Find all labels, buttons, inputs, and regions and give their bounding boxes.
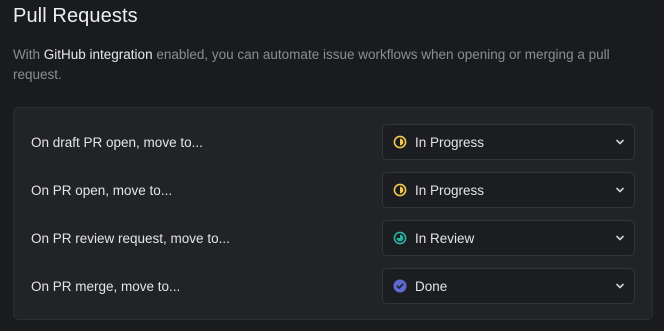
github-integration-link[interactable]: GitHub integration: [44, 47, 153, 62]
chevron-down-icon: [616, 283, 624, 289]
pull-requests-settings: Pull Requests With GitHub integration en…: [0, 0, 664, 331]
in-progress-icon: [393, 183, 407, 197]
done-icon: [393, 279, 407, 293]
status-select-pr-merge[interactable]: Done: [382, 268, 635, 304]
chevron-down-icon: [616, 235, 624, 241]
in-progress-icon: [393, 135, 407, 149]
select-value: Done: [415, 278, 448, 294]
setting-label: On PR open, move to...: [31, 182, 173, 198]
page-title: Pull Requests: [13, 5, 138, 27]
setting-label: On draft PR open, move to...: [31, 134, 203, 150]
setting-row-draft-pr-open: On draft PR open, move to... In Progress: [14, 118, 652, 166]
in-review-icon: [393, 231, 407, 245]
chevron-down-icon: [616, 187, 624, 193]
setting-label: On PR review request, move to...: [31, 230, 230, 246]
select-value: In Review: [415, 230, 475, 246]
select-value: In Progress: [415, 134, 485, 150]
setting-row-pr-review-request: On PR review request, move to... In Revi…: [14, 214, 652, 262]
page-description: With GitHub integration enabled, you can…: [13, 45, 643, 85]
status-select-pr-open[interactable]: In Progress: [382, 172, 635, 208]
workflow-settings-card: On draft PR open, move to... In Progress…: [13, 107, 653, 320]
chevron-down-icon: [616, 139, 624, 145]
select-value: In Progress: [415, 182, 485, 198]
status-select-pr-review-request[interactable]: In Review: [382, 220, 635, 256]
description-prefix: With: [13, 47, 44, 62]
setting-row-pr-open: On PR open, move to... In Progress: [14, 166, 652, 214]
setting-label: On PR merge, move to...: [31, 278, 181, 294]
status-select-draft-pr-open[interactable]: In Progress: [382, 124, 635, 160]
setting-row-pr-merge: On PR merge, move to... Done: [14, 262, 652, 310]
